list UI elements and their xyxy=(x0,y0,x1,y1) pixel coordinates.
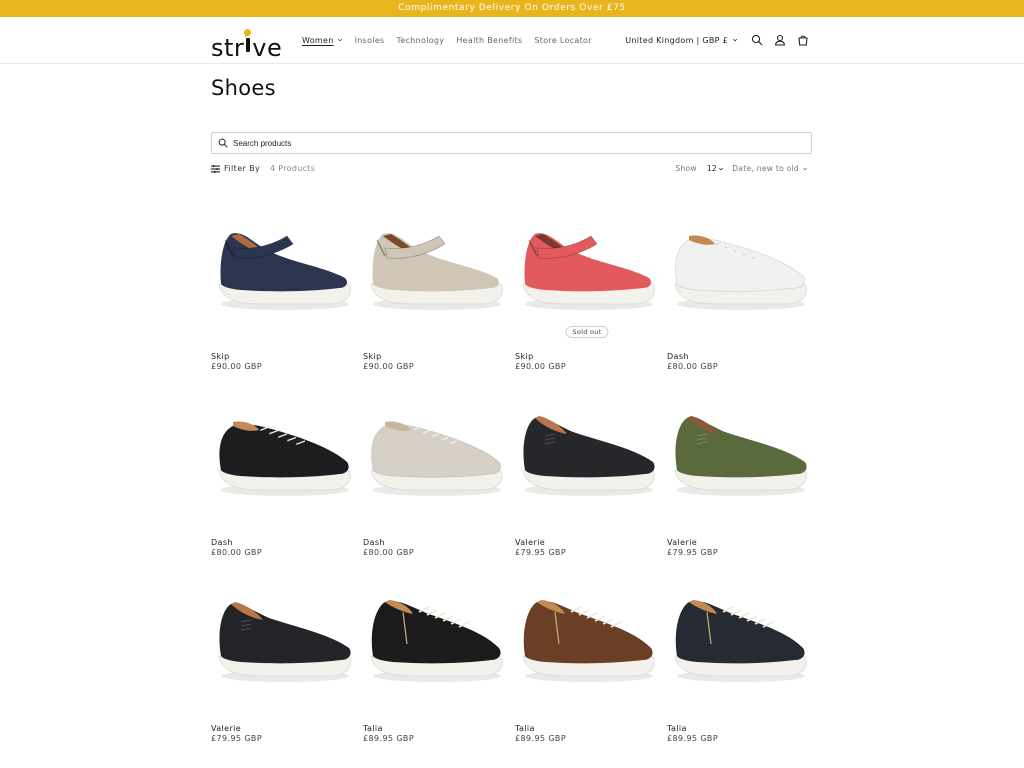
nav-item-label: Women xyxy=(302,35,334,45)
nav-item-label: Health Benefits xyxy=(456,35,523,45)
product-image[interactable] xyxy=(211,572,355,712)
product-price: £90.00 GBP xyxy=(515,362,567,371)
product-image[interactable] xyxy=(515,572,659,712)
logo-i-mark xyxy=(243,26,253,56)
show-select[interactable]: 12 xyxy=(707,164,724,173)
country-selector[interactable]: United Kingdom | GBP £ xyxy=(625,36,738,45)
product-name[interactable]: Skip xyxy=(515,352,534,361)
page-title: Shoes xyxy=(211,76,276,100)
nav-item-women[interactable]: Women xyxy=(302,36,343,45)
sort-label: Date, new to old xyxy=(732,164,799,173)
product-card[interactable]: Sold out Skip £90.00 GBP xyxy=(515,200,659,386)
sort-select[interactable]: Date, new to old xyxy=(732,164,808,173)
product-name[interactable]: Valerie xyxy=(667,538,697,547)
product-card[interactable]: Valerie £79.95 GBP xyxy=(211,572,355,758)
nav-item-label: Store Locator xyxy=(534,35,592,45)
product-image[interactable] xyxy=(211,386,355,526)
product-card[interactable]: Valerie £79.95 GBP xyxy=(515,386,659,572)
cart-button[interactable] xyxy=(796,34,809,47)
product-name[interactable]: Talia xyxy=(363,724,383,733)
product-price: £80.00 GBP xyxy=(667,362,719,371)
product-name[interactable]: Valerie xyxy=(515,538,545,547)
filter-button[interactable]: Filter By xyxy=(211,164,260,173)
product-image[interactable] xyxy=(515,200,659,340)
account-button[interactable] xyxy=(773,34,786,47)
product-count: 4 Products xyxy=(270,164,316,173)
product-price: £79.95 GBP xyxy=(211,734,263,743)
product-image[interactable] xyxy=(515,386,659,526)
product-price: £80.00 GBP xyxy=(211,548,263,557)
product-price: £79.95 GBP xyxy=(515,548,567,557)
nav-item-insoles[interactable]: Insoles xyxy=(355,36,385,45)
search-button[interactable] xyxy=(750,34,763,47)
logo-text-left: str xyxy=(211,34,245,62)
header-actions: United Kingdom | GBP £ xyxy=(625,17,809,63)
filter-icon xyxy=(211,164,220,173)
announcement-bar: Complimentary Delivery On Orders Over £7… xyxy=(0,0,1024,17)
product-price: £90.00 GBP xyxy=(211,362,263,371)
search-icon xyxy=(218,138,228,148)
product-price: £79.95 GBP xyxy=(667,548,719,557)
site-header: str ve Women Insoles Technology Health B… xyxy=(0,17,1024,64)
product-price: £90.00 GBP xyxy=(363,362,415,371)
product-price: £89.95 GBP xyxy=(515,734,567,743)
product-image[interactable] xyxy=(667,572,811,712)
product-card[interactable]: Dash £80.00 GBP xyxy=(211,386,355,572)
nav-item-store-locator[interactable]: Store Locator xyxy=(534,36,591,45)
logo-text-right: ve xyxy=(252,34,283,62)
filter-label: Filter By xyxy=(224,164,261,173)
product-card[interactable]: Talia £89.95 GBP xyxy=(667,572,811,758)
brand-logo[interactable]: str ve xyxy=(211,26,282,62)
collection-toolbar: Filter By 4 Products Show 12 Date, new t… xyxy=(211,164,812,176)
product-name[interactable]: Skip xyxy=(363,352,382,361)
product-name[interactable]: Dash xyxy=(211,538,233,547)
product-card[interactable]: Valerie £79.95 GBP xyxy=(667,386,811,572)
nav-item-label: Technology xyxy=(396,35,445,45)
announcement-text: Complimentary Delivery On Orders Over £7… xyxy=(398,3,626,13)
product-card[interactable]: Talia £89.95 GBP xyxy=(515,572,659,758)
chevron-down-icon xyxy=(337,38,342,42)
country-label: United Kingdom | GBP £ xyxy=(625,35,728,45)
chevron-down-icon xyxy=(732,38,738,42)
product-name[interactable]: Talia xyxy=(667,724,687,733)
product-image[interactable] xyxy=(363,386,507,526)
product-card[interactable]: Dash £80.00 GBP xyxy=(363,386,507,572)
product-price: £89.95 GBP xyxy=(363,734,415,743)
product-price: £89.95 GBP xyxy=(667,734,719,743)
product-price: £80.00 GBP xyxy=(363,548,415,557)
show-label: Show xyxy=(675,164,697,173)
product-image[interactable] xyxy=(363,572,507,712)
nav-item-technology[interactable]: Technology xyxy=(397,36,445,45)
product-name[interactable]: Dash xyxy=(667,352,689,361)
search-icon xyxy=(751,34,762,46)
show-per-page: Show 12 xyxy=(675,164,724,173)
chevron-down-icon xyxy=(802,167,808,170)
product-card[interactable]: Talia £89.95 GBP xyxy=(363,572,507,758)
product-image[interactable] xyxy=(667,386,811,526)
product-grid: Skip £90.00 GBP Skip £90.00 GBP Sold out Skip… xyxy=(211,200,813,758)
product-card[interactable]: Skip £90.00 GBP xyxy=(211,200,355,386)
show-value: 12 xyxy=(706,164,717,173)
cart-icon xyxy=(797,35,808,46)
product-name[interactable]: Dash xyxy=(363,538,385,547)
product-image[interactable] xyxy=(211,200,355,340)
product-card[interactable]: Skip £90.00 GBP xyxy=(363,200,507,386)
account-icon xyxy=(774,34,785,46)
product-name[interactable]: Skip xyxy=(211,352,230,361)
nav-item-health-benefits[interactable]: Health Benefits xyxy=(456,36,522,45)
product-search xyxy=(211,132,812,154)
product-name[interactable]: Talia xyxy=(515,724,535,733)
main-nav: Women Insoles Technology Health Benefits… xyxy=(302,17,592,63)
chevron-down-icon xyxy=(718,167,724,170)
product-image[interactable] xyxy=(363,200,507,340)
product-name[interactable]: Valerie xyxy=(211,724,241,733)
search-input[interactable] xyxy=(233,138,811,148)
product-image[interactable] xyxy=(667,200,811,340)
nav-item-label: Insoles xyxy=(354,35,385,45)
product-card[interactable]: Dash £80.00 GBP xyxy=(667,200,811,386)
sold-out-badge: Sold out xyxy=(565,326,609,338)
